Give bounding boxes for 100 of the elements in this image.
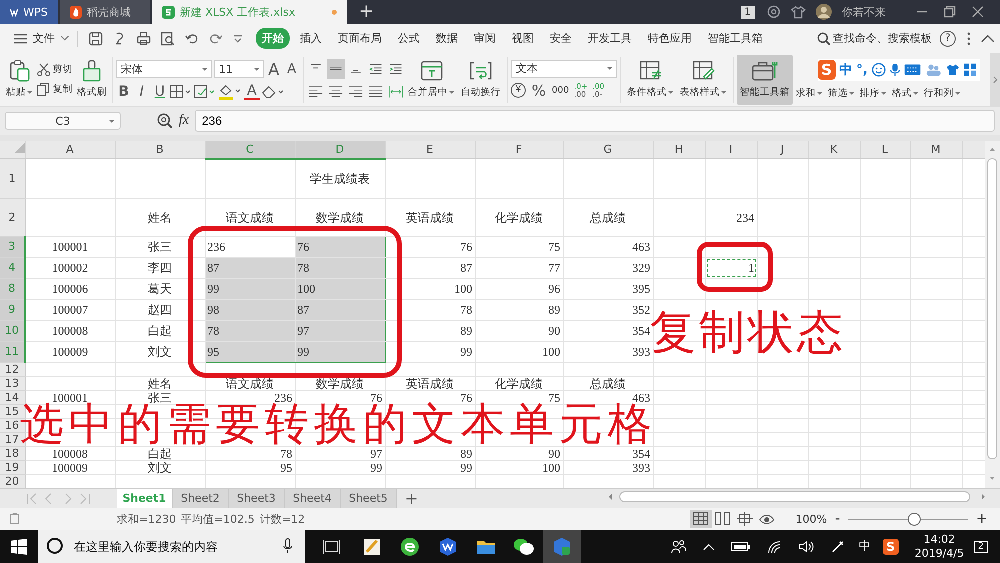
shirt-icon[interactable]	[946, 63, 960, 78]
column-header[interactable]: F	[475, 140, 563, 159]
ribbon-tab[interactable]: 插入	[294, 28, 328, 50]
conditional-format-button[interactable]: 条件格式	[624, 54, 677, 105]
currency-button[interactable]: ¥	[511, 83, 526, 98]
save-icon[interactable]	[89, 32, 103, 46]
taskbar-search-field[interactable]: 在这里输入你要搜索的内容	[38, 530, 305, 563]
volume-icon[interactable]	[798, 540, 815, 554]
ribbon-button[interactable]: 求和	[795, 87, 824, 100]
help-button[interactable]: ?	[940, 30, 956, 47]
font-style-button[interactable]: U	[152, 84, 168, 100]
ribbon-tab[interactable]: 安全	[544, 28, 578, 50]
font-style-button[interactable]: I	[134, 84, 150, 100]
ribbon-tab[interactable]: 公式	[392, 28, 426, 50]
column-header[interactable]: J	[757, 140, 808, 159]
merge-center-button[interactable]: 合并居中	[405, 54, 458, 105]
column-header[interactable]: G	[563, 140, 653, 159]
print-icon[interactable]	[137, 32, 151, 46]
align-icon[interactable]	[327, 59, 345, 80]
column-header[interactable]: A	[25, 140, 115, 159]
copy-button[interactable]: 复制	[37, 82, 73, 97]
toolbox-button[interactable]: 智能工具箱	[737, 54, 793, 105]
people-icon[interactable]	[670, 540, 687, 554]
ribbon-button[interactable]: 筛选	[827, 87, 856, 100]
sheet-tab[interactable]: Sheet3	[229, 489, 285, 508]
clock-date[interactable]: 2019/4/5	[914, 546, 964, 561]
wifi-icon[interactable]	[766, 540, 783, 554]
task-view-icon[interactable]	[323, 538, 341, 555]
percent-button[interactable]: %	[531, 82, 547, 100]
collapse-icon[interactable]	[981, 34, 995, 43]
row-header[interactable]: 15	[0, 404, 25, 419]
ribbon-button[interactable]: 行和列	[923, 87, 962, 100]
shirt-icon[interactable]	[791, 6, 806, 18]
row-header[interactable]: 19	[0, 460, 25, 475]
close-icon[interactable]	[972, 6, 984, 18]
view-button[interactable]	[690, 510, 712, 528]
windows-start-icon[interactable]	[11, 538, 27, 555]
avatar-icon[interactable]	[816, 4, 832, 20]
ime-punctuation[interactable]: °,	[856, 62, 868, 78]
row-header[interactable]: 18	[0, 446, 25, 461]
zoom-icon[interactable]	[157, 113, 173, 130]
font-size-dropdown[interactable]: 11	[214, 60, 264, 78]
macro-icon[interactable]	[8, 512, 22, 526]
paste-button[interactable]: 粘贴	[4, 54, 35, 105]
zoom-level[interactable]: 100%	[796, 512, 828, 526]
ribbon-tab[interactable]: 智能工具箱	[702, 28, 769, 50]
ribbon-button[interactable]: 格式	[891, 87, 920, 100]
formula-input[interactable]: 236	[195, 110, 995, 132]
column-header[interactable]: H	[653, 140, 705, 159]
column-header[interactable]: E	[385, 140, 475, 159]
smiley-icon[interactable]	[872, 62, 886, 78]
cut-button[interactable]: 剪切	[37, 62, 73, 77]
battery-icon[interactable]	[730, 540, 751, 553]
dropdown-icon[interactable]	[233, 34, 243, 44]
clock-time[interactable]: 14:02	[924, 532, 956, 547]
grid-icon[interactable]	[964, 63, 976, 78]
ribbon-tab[interactable]: 页面布局	[332, 28, 388, 50]
notification-badge[interactable]: 2	[974, 540, 988, 553]
name-box[interactable]: C3	[5, 112, 121, 130]
zoom-slider[interactable]	[848, 512, 968, 526]
align-right-icon[interactable]	[347, 84, 365, 100]
format-painter-button[interactable]: 格式刷	[75, 54, 109, 105]
microphone-icon[interactable]	[283, 538, 293, 554]
ime-mode[interactable]: 中	[840, 61, 853, 80]
file-menu[interactable]: 文件	[10, 31, 73, 46]
align-center-icon[interactable]	[327, 84, 345, 100]
sheet-tab[interactable]: Sheet5	[341, 489, 397, 508]
command-search[interactable]: 查找命令、搜索模板	[817, 31, 932, 46]
font-dropdown[interactable]: 宋体	[116, 60, 212, 78]
grow-font-button[interactable]: A	[266, 60, 282, 79]
ribbon-tab[interactable]: 审阅	[468, 28, 502, 50]
eraser-icon[interactable]	[262, 84, 286, 99]
ribbon-tab[interactable]: 特色应用	[642, 28, 698, 50]
document-tab[interactable]: WPS	[0, 0, 58, 24]
skin-icon[interactable]	[767, 5, 781, 19]
row-header[interactable]: 12	[0, 362, 25, 377]
row-header[interactable]: 13	[0, 376, 25, 391]
ribbon-tab[interactable]: 视图	[506, 28, 540, 50]
pen-icon[interactable]	[830, 540, 845, 554]
more-icon[interactable]	[967, 32, 971, 46]
document-tab[interactable]: 稻壳商城	[60, 0, 150, 24]
keyboard-icon[interactable]	[904, 63, 922, 78]
shrink-font-button[interactable]: A	[284, 62, 300, 77]
column-header[interactable]: I	[705, 140, 757, 159]
sheet-tab[interactable]: Sheet2	[173, 489, 229, 508]
undo-icon[interactable]	[185, 32, 199, 46]
vertical-scrollbar[interactable]	[985, 140, 1000, 488]
column-header[interactable]: K	[808, 140, 860, 159]
borders-icon[interactable]	[170, 84, 192, 99]
ime-indicator[interactable]: 中	[858, 538, 871, 556]
user-name[interactable]: 你若不来	[842, 4, 886, 20]
sheet-tab[interactable]: Sheet4	[285, 489, 341, 508]
restore-icon[interactable]	[944, 6, 956, 18]
table-style-button[interactable]: 表格样式	[677, 54, 730, 105]
align-left-icon[interactable]	[307, 84, 325, 100]
cell-style-icon[interactable]	[194, 84, 216, 99]
row-header[interactable]: 20	[0, 474, 25, 488]
ribbon-tab[interactable]: 开发工具	[582, 28, 638, 50]
ribbon-tab[interactable]: 数据	[430, 28, 464, 50]
justify-icon[interactable]	[367, 84, 385, 100]
